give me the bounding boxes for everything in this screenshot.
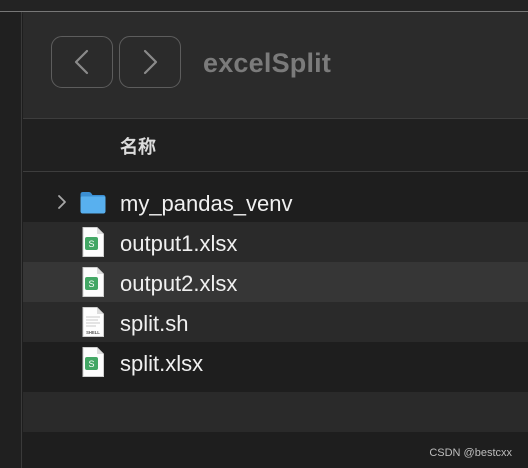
svg-text:S: S (88, 239, 94, 249)
forward-button[interactable] (119, 36, 181, 88)
list-item[interactable]: S split.xlsx (23, 342, 528, 382)
file-name: my_pandas_venv (120, 191, 293, 216)
toolbar: excelSplit (23, 12, 528, 118)
back-button[interactable] (51, 36, 113, 88)
xlsx-file-icon: S (82, 267, 104, 297)
svg-text:S: S (88, 279, 94, 289)
disclosure-triangle-icon[interactable] (57, 194, 67, 210)
file-name: split.sh (120, 311, 189, 336)
shell-script-icon: SHELL (82, 307, 104, 337)
chevron-right-icon (143, 49, 158, 75)
empty-list-row (23, 392, 528, 432)
watermark: CSDN @bestcxx (429, 447, 512, 459)
column-header-row: 名称 (23, 118, 528, 172)
file-name: split.xlsx (120, 351, 204, 376)
list-item[interactable]: S output2.xlsx (23, 262, 528, 302)
column-header-name[interactable]: 名称 (120, 133, 156, 159)
file-list: my_pandas_venv S output1.xlsx S output2.… (23, 182, 528, 382)
file-name: output1.xlsx (120, 231, 238, 256)
list-item[interactable]: my_pandas_venv (23, 182, 528, 222)
list-item[interactable]: SHELL split.sh (23, 302, 528, 342)
svg-text:SHELL: SHELL (86, 330, 100, 335)
chevron-left-icon (74, 49, 89, 75)
xlsx-file-icon: S (82, 347, 104, 377)
folder-icon (80, 192, 106, 214)
xlsx-file-icon: S (82, 227, 104, 257)
file-name: output2.xlsx (120, 271, 238, 296)
sidebar-border (21, 12, 22, 468)
list-item[interactable]: S output1.xlsx (23, 222, 528, 262)
left-sidebar (0, 12, 22, 468)
svg-text:S: S (88, 359, 94, 369)
folder-title: excelSplit (203, 48, 332, 78)
finder-window: excelSplit 名称 my_pandas_venv S output1.x (23, 12, 528, 468)
